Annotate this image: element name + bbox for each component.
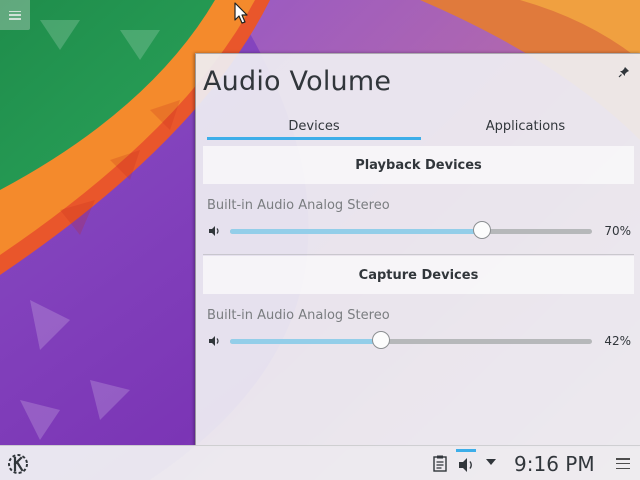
playback-devices-header: Playback Devices [203,146,634,184]
desktop-screen: Audio Volume Devices Applications Playba… [0,0,640,480]
slider-track [230,229,592,234]
kde-launcher-icon[interactable] [4,450,32,478]
hamburger-icon [9,10,21,20]
tab-bar: Devices Applications [207,112,630,140]
pin-icon[interactable] [618,66,630,78]
active-indicator [456,449,476,452]
playback-device-name: Built-in Audio Analog Stereo [207,198,390,213]
expand-arrow-icon[interactable] [484,457,498,467]
panel-title: Audio Volume [203,66,392,97]
clipboard-icon[interactable] [431,454,449,472]
audio-volume-panel: Audio Volume Devices Applications Playba… [195,53,640,446]
desktop-toolbox-button[interactable] [0,0,30,30]
capture-devices-header: Capture Devices [203,256,634,294]
active-tab-indicator [207,137,421,140]
clock[interactable]: 9:16 PM [514,449,595,479]
tab-applications[interactable]: Applications [421,112,630,140]
tray-volume-button[interactable] [456,449,478,477]
mouse-cursor-icon [234,2,248,24]
volume-icon [459,458,472,472]
capture-device-name: Built-in Audio Analog Stereo [207,308,390,323]
slider-handle[interactable] [372,331,391,349]
tab-devices[interactable]: Devices [207,112,421,140]
capture-volume-value: 42% [604,334,631,348]
speaker-icon[interactable] [207,224,221,238]
slider-track [230,339,592,344]
slider-fill [230,339,383,344]
panel-menu-icon[interactable] [616,458,630,469]
playback-volume-slider[interactable] [230,221,592,241]
playback-volume-value: 70% [604,224,631,238]
slider-handle[interactable] [473,221,492,239]
taskbar: 9:16 PM [0,445,640,480]
capture-volume-slider[interactable] [230,331,592,351]
section-separator [203,254,634,255]
speaker-icon[interactable] [207,334,221,348]
slider-fill [230,229,484,234]
